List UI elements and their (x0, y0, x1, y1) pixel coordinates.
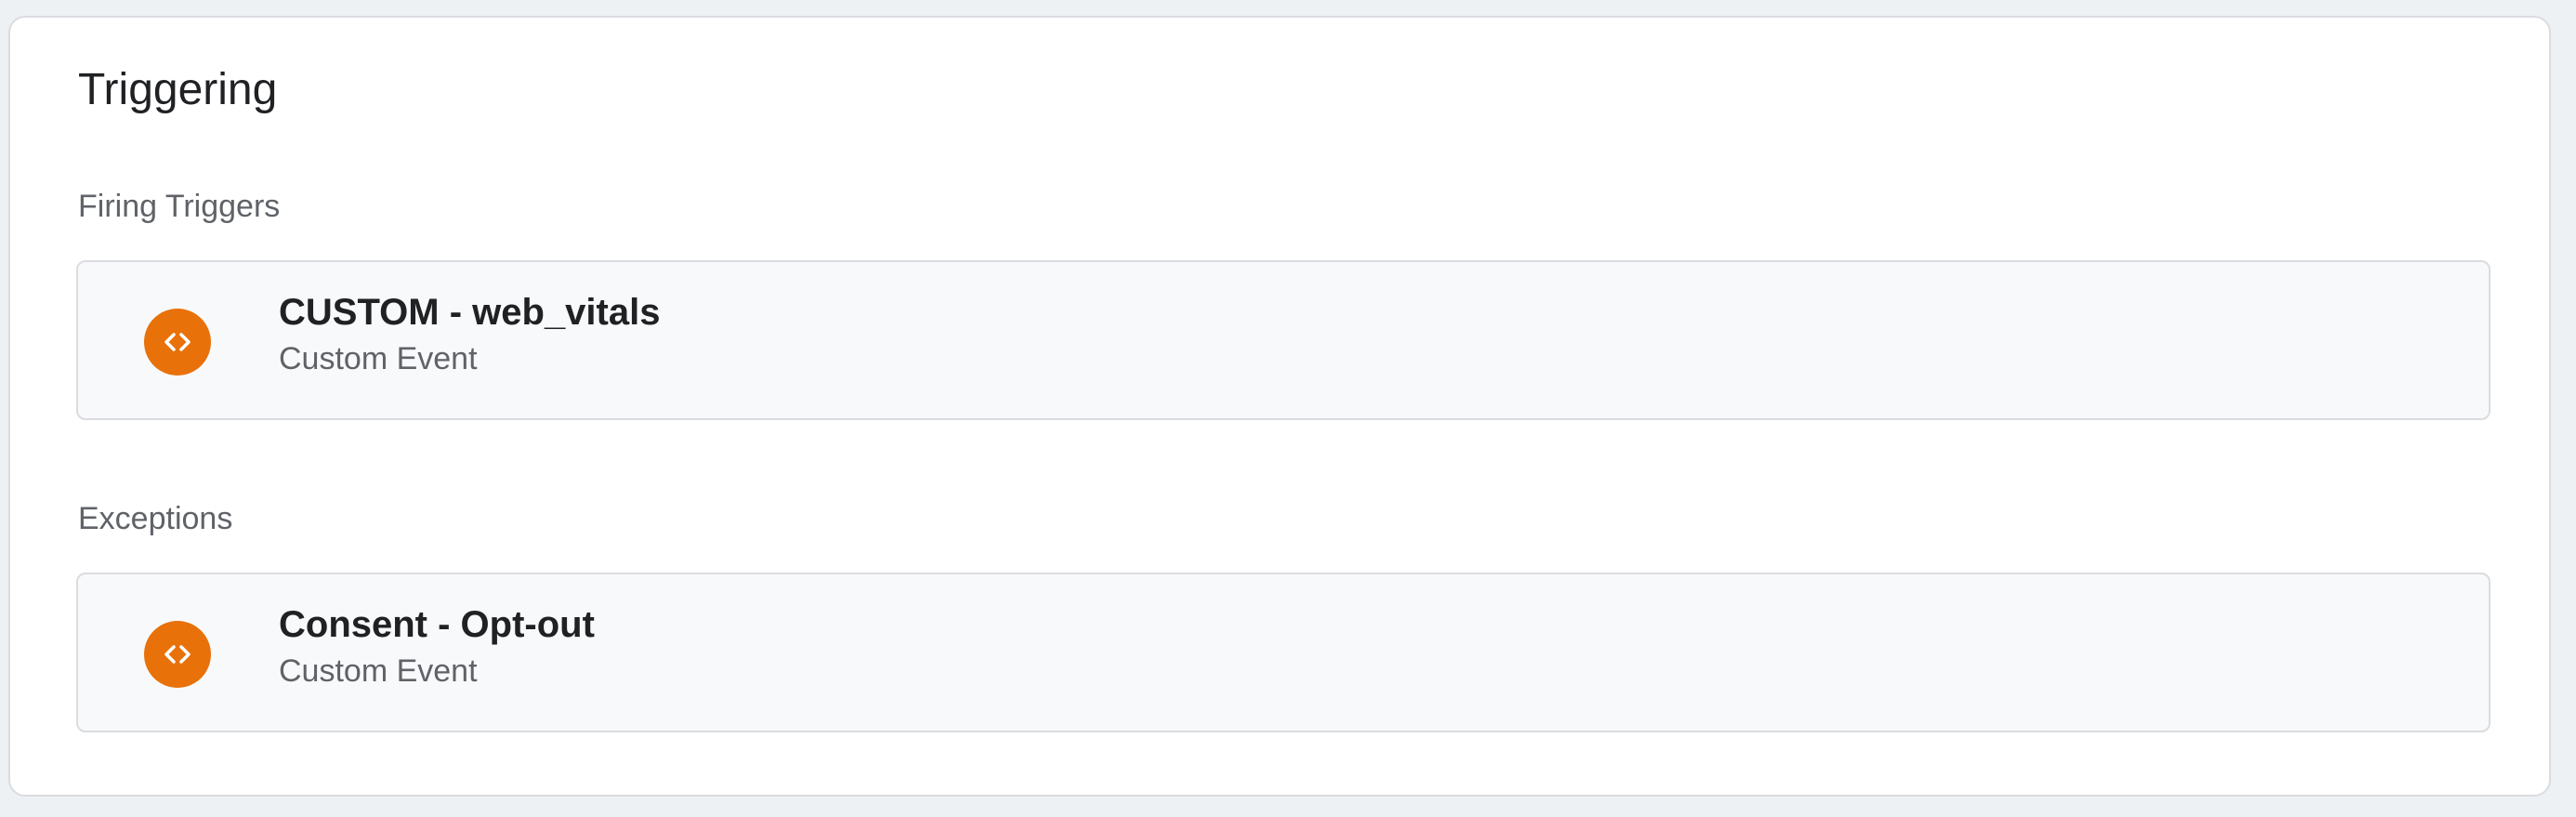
firing-trigger-row[interactable]: CUSTOM - web_vitals Custom Event (76, 260, 2491, 420)
trigger-name: Consent - Opt-out (279, 604, 595, 645)
exception-trigger-row[interactable]: Consent - Opt-out Custom Event (76, 573, 2491, 732)
trigger-type: Custom Event (279, 653, 478, 689)
card-title: Triggering (78, 65, 278, 114)
code-brackets-icon (164, 333, 191, 351)
triggering-card: Triggering Firing Triggers CUSTOM - web_… (8, 16, 2551, 797)
exceptions-label: Exceptions (78, 501, 233, 536)
firing-triggers-label: Firing Triggers (78, 189, 281, 224)
trigger-type: Custom Event (279, 341, 478, 376)
code-brackets-icon (164, 645, 191, 664)
custom-event-code-icon (144, 621, 211, 688)
custom-event-code-icon (144, 309, 211, 376)
trigger-name: CUSTOM - web_vitals (279, 292, 661, 333)
